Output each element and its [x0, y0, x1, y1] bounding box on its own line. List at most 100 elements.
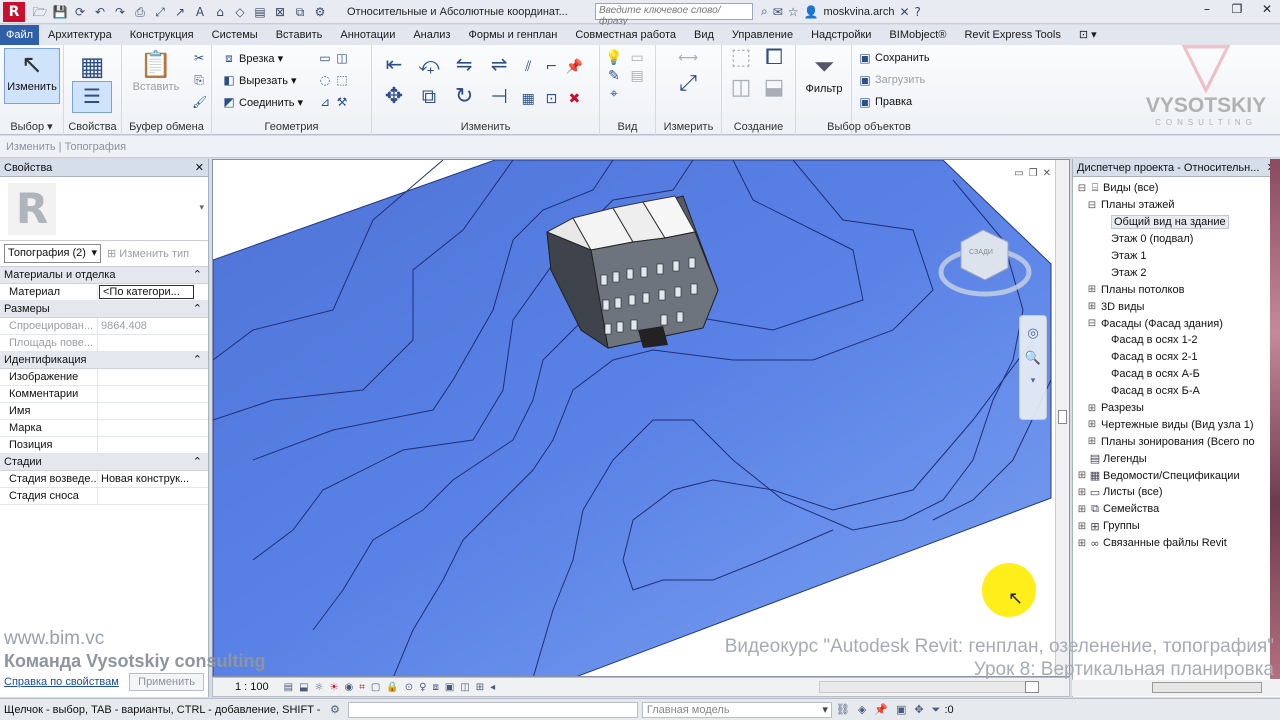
- property-value[interactable]: [98, 369, 208, 385]
- browser-item[interactable]: Этаж 1: [1073, 248, 1280, 265]
- filter-count-icon[interactable]: ⏷: [932, 703, 941, 717]
- properties-toggle-button[interactable]: ☰: [72, 81, 112, 113]
- browser-item[interactable]: ⊞ Планы зонирования (Всего по: [1073, 433, 1280, 450]
- browser-item[interactable]: ⊟ Планы этажей: [1073, 197, 1280, 214]
- search-input[interactable]: Введите ключевое слово/фразу: [595, 3, 753, 27]
- tab-3[interactable]: Системы: [203, 25, 267, 45]
- tab-13[interactable]: Revit Express Tools: [955, 25, 1069, 45]
- worksets-icon[interactable]: ⚙: [330, 703, 340, 716]
- property-value[interactable]: [98, 386, 208, 402]
- mirror-axis-icon[interactable]: ⇋: [448, 49, 480, 79]
- rotate-icon[interactable]: ↻: [448, 82, 480, 112]
- sun-path-icon[interactable]: ☼: [315, 682, 324, 693]
- properties-help-link[interactable]: Справка по свойствам: [4, 676, 119, 688]
- temp-hide-icon[interactable]: ⊙: [405, 682, 413, 693]
- expand-icon[interactable]: ⊞: [1087, 436, 1097, 447]
- sync-icon[interactable]: ⟳: [71, 3, 89, 21]
- view-scale[interactable]: 1 : 100: [213, 681, 281, 693]
- tab-0[interactable]: Файл: [0, 25, 40, 45]
- browser-item[interactable]: ⊞ ▭ Листы (все): [1073, 484, 1280, 501]
- reveal-hidden-icon[interactable]: ♀: [419, 682, 426, 693]
- chevron-down-icon[interactable]: ▾: [199, 203, 204, 213]
- apply-button[interactable]: Применить: [129, 673, 204, 691]
- drag-select-icon[interactable]: ✥: [914, 703, 923, 716]
- analytical-icon[interactable]: ◫: [460, 682, 469, 693]
- pinned-select-icon[interactable]: 📌: [874, 703, 888, 716]
- property-value[interactable]: [98, 420, 208, 436]
- geometry-tools-2[interactable]: ◌ ⬚: [318, 73, 349, 87]
- measure-icon[interactable]: ⤢: [151, 3, 169, 21]
- close-hidden-icon[interactable]: ⊠: [271, 3, 289, 21]
- browser-hscroll-thumb[interactable]: [1152, 682, 1262, 693]
- expand-icon[interactable]: ⊞: [1077, 521, 1087, 532]
- browser-item[interactable]: ▤ Легенды: [1073, 450, 1280, 467]
- geometry-tools-1[interactable]: ▭ ◫: [318, 51, 349, 65]
- linework-icon[interactable]: ▤: [627, 67, 647, 85]
- design-option-select[interactable]: Главная модель: [641, 701, 832, 718]
- detail-level-icon[interactable]: ▤: [284, 682, 293, 693]
- type-properties-button[interactable]: ▦: [72, 51, 112, 83]
- constraints-icon[interactable]: ⊞: [476, 682, 484, 693]
- vertical-scrollbar[interactable]: [1055, 160, 1069, 676]
- tab-4[interactable]: Вставить: [267, 25, 332, 45]
- user-icon[interactable]: 👤: [804, 5, 819, 19]
- expand-icon[interactable]: ⊞: [1077, 487, 1087, 498]
- geometry-tools-3[interactable]: ⊿ ⚒: [318, 95, 349, 109]
- shadows-icon[interactable]: ☀: [330, 682, 339, 693]
- collapse-icon[interactable]: ⊟: [1087, 200, 1097, 211]
- print-icon[interactable]: ⎙: [131, 3, 149, 21]
- tab-9[interactable]: Вид: [685, 25, 723, 45]
- property-group-header[interactable]: Размеры ⌃: [0, 301, 208, 318]
- move-icon[interactable]: ✥: [378, 82, 410, 112]
- browser-item[interactable]: Фасад в осях А-Б: [1073, 366, 1280, 383]
- property-value[interactable]: <По категори...: [99, 285, 194, 299]
- browser-item[interactable]: ⊞ ▦ Ведомости/Спецификации: [1073, 467, 1280, 484]
- browser-item[interactable]: ⊞ ⊞ Группы: [1073, 518, 1280, 535]
- exchange-icon[interactable]: ✕: [899, 5, 909, 19]
- copy-clip-button[interactable]: ⎘: [192, 73, 206, 88]
- mirror-draw-icon[interactable]: ⇌: [483, 49, 515, 79]
- collapse-icon[interactable]: ⌃: [193, 301, 202, 317]
- hide-icon[interactable]: ▭: [627, 49, 647, 67]
- favorites-icon[interactable]: ☆: [788, 5, 799, 19]
- open-icon[interactable]: 🗁: [31, 3, 49, 21]
- 3d-viewport[interactable]: СЗАДИ ▭ ❐ ✕ ◎ 🔍 ▾: [212, 159, 1070, 677]
- tab-10[interactable]: Управление: [723, 25, 802, 45]
- crop-view-icon[interactable]: ⌗: [359, 682, 365, 693]
- measure-between-icon[interactable]: ⟷: [660, 49, 716, 67]
- cut-geometry-button[interactable]: ◧ Вырезать ▾: [222, 73, 296, 87]
- browser-item[interactable]: ⊞ Разрезы: [1073, 400, 1280, 417]
- cut-clip-button[interactable]: ✂: [192, 51, 206, 65]
- user-name[interactable]: moskvina.arch: [824, 6, 895, 18]
- align-tool-icon[interactable]: ⇤: [378, 49, 410, 79]
- array-icon[interactable]: ▦: [518, 90, 538, 108]
- thin-lines-icon[interactable]: ▤: [251, 3, 269, 21]
- override-icon[interactable]: ✎: [604, 67, 624, 85]
- match-props-button[interactable]: 🖌: [192, 95, 207, 109]
- similar-icon[interactable]: ⬓: [759, 77, 789, 109]
- paste-button[interactable]: 📋 Вставить: [130, 49, 182, 93]
- worksharing-icon[interactable]: ⧈: [432, 682, 438, 693]
- lightbulb-icon[interactable]: 💡: [604, 49, 624, 67]
- property-group-header[interactable]: Идентификация ⌃: [0, 352, 208, 369]
- tab-5[interactable]: Аннотации: [331, 25, 404, 45]
- render-icon[interactable]: ◉: [344, 682, 353, 693]
- text-icon[interactable]: A: [191, 3, 209, 21]
- link-select-icon[interactable]: ⛓: [836, 703, 850, 716]
- close-view-icon[interactable]: ✕: [1043, 168, 1051, 179]
- collapse-icon[interactable]: ⌃: [193, 454, 202, 470]
- join-button[interactable]: ◩ Соединить ▾: [222, 95, 303, 109]
- scale-icon[interactable]: ⊡: [541, 90, 561, 108]
- delete-icon[interactable]: ✖: [564, 90, 584, 108]
- browser-item[interactable]: Общий вид на здание: [1073, 214, 1280, 231]
- pick-icon[interactable]: ⌖: [604, 85, 624, 103]
- copy-tool-icon[interactable]: ⧉: [413, 81, 445, 111]
- revit-logo-button[interactable]: R: [3, 1, 25, 22]
- trim-extend-icon[interactable]: ⊣: [483, 81, 515, 111]
- expand-icon[interactable]: ⊞: [1087, 284, 1097, 295]
- tab-12[interactable]: BIMobject®: [880, 25, 955, 45]
- property-value[interactable]: [98, 437, 208, 453]
- collapse-icon[interactable]: ⌃: [193, 352, 202, 368]
- browser-item[interactable]: ⊞ Чертежные виды (Вид узла 1): [1073, 416, 1280, 433]
- tab-11[interactable]: Надстройки: [802, 25, 880, 45]
